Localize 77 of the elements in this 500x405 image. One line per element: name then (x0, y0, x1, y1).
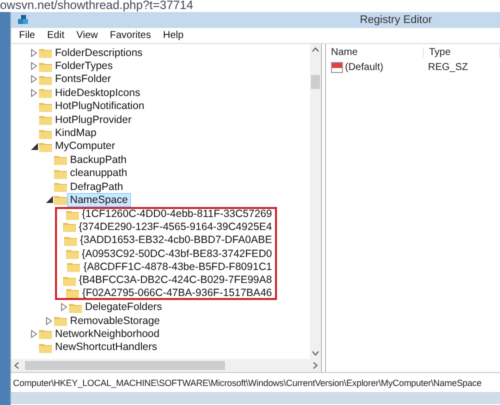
folder-icon (39, 47, 52, 58)
value-type: REG_SZ (427, 62, 470, 72)
folder-icon (62, 274, 76, 286)
folder-icon (54, 154, 67, 166)
folder-icon (39, 114, 52, 126)
value-name: (Default) (345, 62, 384, 72)
scroll-up-icon[interactable] (312, 47, 319, 52)
expand-arrow-icon[interactable] (31, 330, 37, 338)
tree-item[interactable]: {F02A2795-066C-47BA-936F-1517BA46 (79, 286, 275, 300)
expand-arrow-icon[interactable] (46, 316, 52, 324)
browser-url: owsvn.net/showthread.php?t=37714 (0, 0, 194, 10)
tree-item[interactable]: {374DE290-123F-4565-9164-39C4925E4 (76, 220, 275, 234)
folder-icon (39, 328, 52, 340)
tree-item[interactable]: DelegateFolders (82, 300, 166, 314)
tree-item[interactable]: cleanuppath (67, 166, 130, 180)
tree-item[interactable]: FolderDescriptions (52, 46, 146, 60)
folder-icon (54, 181, 67, 192)
tree-item[interactable]: RemovableStorage (67, 314, 163, 328)
scroll-left-icon[interactable] (14, 362, 19, 369)
folder-icon (39, 87, 52, 98)
status-path: Computer\HKEY_LOCAL_MACHINE\SOFTWARE\Microsoft\Windows\CurrentVersion\Explorer\MyComputer\NameSpace (13, 378, 482, 388)
tree-item[interactable]: {B4BFCC3A-DB2C-424C-B029-7FE99A8 (76, 273, 275, 288)
collapse-arrow-icon[interactable] (30, 142, 38, 150)
folder-icon (62, 221, 76, 232)
scroll-down-icon[interactable] (312, 351, 319, 356)
menu-item[interactable]: View (70, 30, 104, 41)
folder-icon (39, 128, 52, 139)
folder-icon (66, 287, 80, 298)
tree-item[interactable]: FolderTypes (52, 59, 116, 74)
menu-item[interactable]: Help (156, 30, 190, 41)
expand-arrow-icon[interactable] (31, 88, 37, 97)
scrollbar-thumb[interactable] (25, 361, 225, 370)
tree-item[interactable]: HideDesktopIcons (52, 86, 144, 100)
menu-item[interactable]: Edit (41, 30, 70, 41)
menu-item[interactable]: Favorites (104, 30, 157, 41)
tree-item[interactable]: HotPlugProvider (52, 112, 134, 127)
horizontal-scrollbar[interactable] (11, 359, 321, 372)
expand-arrow-icon[interactable] (31, 75, 37, 84)
tree-item[interactable]: NewShortcutHandlers (52, 340, 160, 354)
tree-item[interactable]: NetworkNeighborhood (52, 326, 162, 341)
folder-icon (39, 342, 52, 353)
scrollbar-thumb[interactable] (311, 74, 320, 88)
scroll-right-icon[interactable] (313, 362, 318, 369)
tree-item[interactable]: MyComputer (52, 139, 118, 154)
tree-item[interactable]: {A0953C92-50DC-43bf-BE83-3742FED0 (78, 246, 275, 261)
tree-item[interactable]: KindMap (52, 126, 100, 140)
folder-icon (39, 140, 52, 152)
registry-cubes-icon (17, 14, 30, 26)
tree-item[interactable]: {3ADD1653-EB32-4cb0-BBD7-DFA0ABE (76, 233, 275, 248)
folder-icon (66, 208, 79, 220)
folder-icon (64, 234, 77, 246)
folder-icon (66, 248, 79, 260)
folder-icon (39, 60, 52, 72)
column-header[interactable]: Name (326, 46, 424, 58)
window-title: Registry Editor (360, 14, 432, 26)
vertical-scrollbar[interactable] (310, 44, 321, 359)
folder-icon (54, 194, 67, 206)
expand-arrow-icon[interactable] (31, 48, 37, 57)
folder-icon (39, 74, 52, 85)
collapse-arrow-icon[interactable] (46, 196, 52, 204)
expand-arrow-icon[interactable] (31, 62, 37, 70)
menu-item[interactable]: File (13, 30, 42, 41)
tree-item[interactable]: DefragPath (67, 180, 126, 194)
tree-item[interactable]: HotPlugNotification (52, 99, 148, 114)
column-header[interactable]: Type (424, 46, 500, 58)
tree-item[interactable]: {1CF1260C-4DD0-4ebb-811F-33C57269 (78, 207, 275, 222)
folder-icon (54, 315, 67, 326)
expand-arrow-icon[interactable] (61, 303, 67, 312)
tree-item[interactable]: FontsFolder (52, 72, 114, 86)
tree-item[interactable]: {A8CDFF1C-4878-43be-B5FD-F8091C1 (80, 260, 275, 274)
tree-item[interactable]: NameSpace (67, 193, 131, 207)
folder-icon (54, 168, 67, 179)
tree-item[interactable]: BackupPath (67, 152, 130, 167)
folder-icon (67, 261, 80, 272)
folder-icon (39, 100, 52, 112)
folder-icon (69, 302, 82, 313)
string-value-icon (331, 62, 343, 72)
